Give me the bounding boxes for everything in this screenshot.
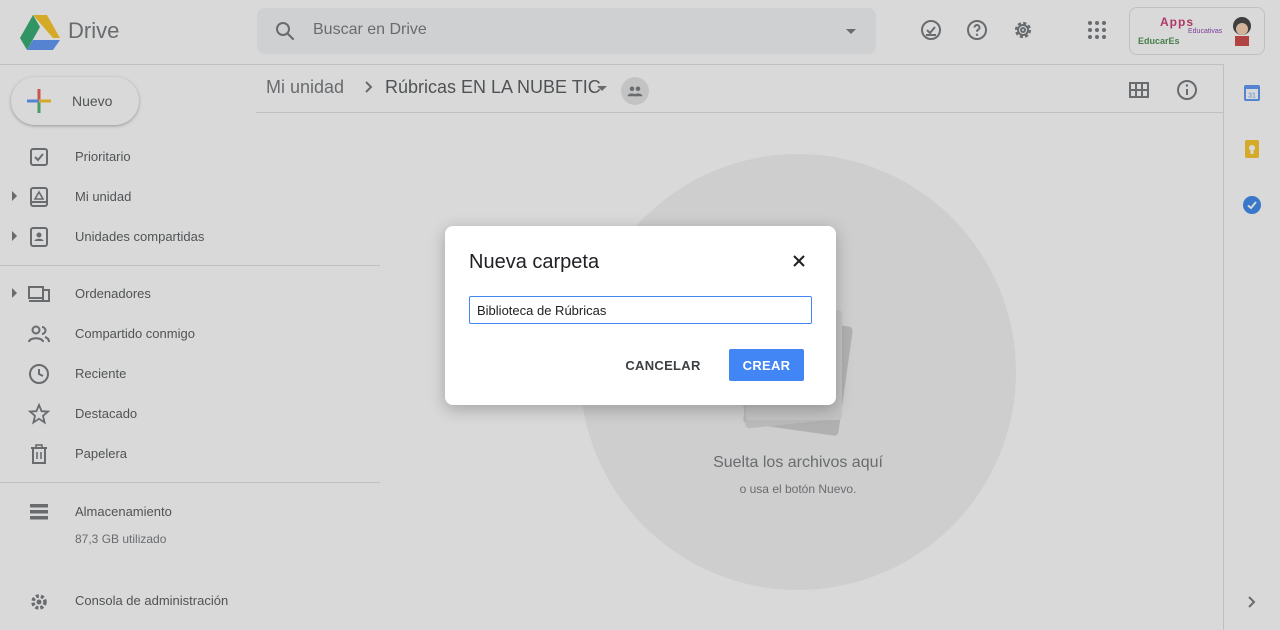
cancel-button[interactable]: CANCELAR <box>618 349 708 381</box>
create-button[interactable]: CREAR <box>729 349 804 381</box>
folder-name-input[interactable] <box>469 296 812 324</box>
dialog-title: Nueva carpeta <box>469 251 600 273</box>
new-folder-dialog: Nueva carpeta CANCELAR CREAR <box>445 226 836 405</box>
close-icon[interactable] <box>790 252 808 270</box>
